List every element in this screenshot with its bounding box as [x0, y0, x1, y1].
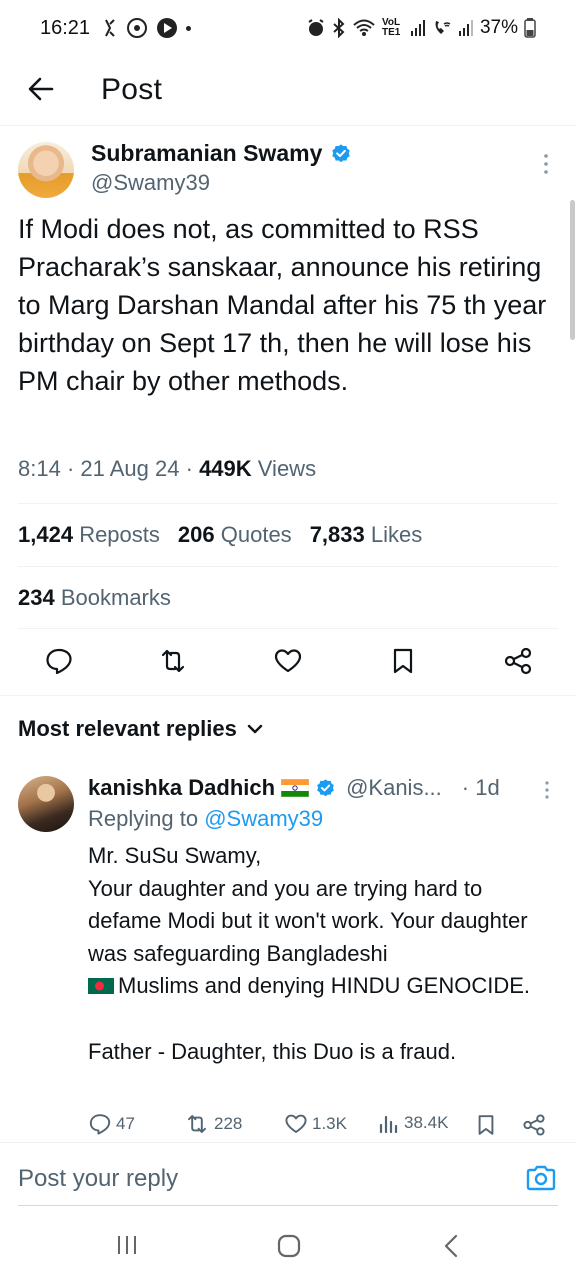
back-nav-icon[interactable] [442, 1234, 460, 1258]
reposts-count: 1,424 [18, 522, 74, 547]
divider [18, 628, 558, 629]
quotes-label: Quotes [220, 522, 292, 547]
reply-repost-button[interactable]: 228 [184, 1112, 242, 1136]
wifi-calling-icon [435, 21, 451, 34]
quotes-count: 206 [177, 522, 215, 547]
reply-age: · 1d [461, 775, 500, 800]
alarm-icon [308, 19, 324, 36]
quotes-stat[interactable]: 206 Quotes [178, 522, 292, 548]
verified-badge-icon [317, 778, 334, 796]
post-date: 21 Aug 24 [80, 456, 180, 481]
reply-comment-button[interactable]: 47 [88, 1112, 135, 1136]
reply-action-bar: 47 228 1.3K 38.4K [88, 1112, 558, 1140]
reply-text-part1: Mr. SuSu Swamy, Your daughter and you ar… [88, 843, 528, 966]
reply-age-value: 1d [475, 775, 500, 800]
likes-label: Likes [370, 522, 423, 547]
signal-icon [410, 20, 425, 36]
reply-text-part2: Muslims and denying HINDU GENOCIDE. Fath… [88, 973, 531, 1064]
post-stats: 1,424 Reposts 206 Quotes 7,833 Likes [18, 522, 422, 548]
replying-to: Replying to @Swamy39 [88, 806, 323, 832]
bookmarks-stat[interactable]: 234 Bookmarks [18, 585, 171, 611]
likes-stat[interactable]: 7,833 Likes [310, 522, 423, 548]
reply-like-count: 1.3K [312, 1114, 347, 1133]
camera-icon[interactable] [526, 1163, 556, 1191]
reposts-label: Reposts [79, 522, 160, 547]
views-label: Views [257, 456, 317, 481]
divider [18, 566, 558, 567]
page-title: Post [101, 73, 163, 106]
signal-2-icon [458, 20, 473, 36]
wifi-icon [353, 19, 375, 36]
reply-text: Mr. SuSu Swamy, Your daughter and you ar… [88, 840, 548, 1068]
back-arrow-icon[interactable] [26, 74, 56, 104]
author-name[interactable]: Subramanian Swamy [91, 140, 322, 167]
reply-avatar[interactable] [18, 776, 74, 832]
media-icon [127, 18, 148, 38]
author-avatar[interactable] [18, 142, 74, 198]
repost-icon[interactable] [158, 646, 188, 676]
reply-author-name[interactable]: kanishka Dadhich [88, 775, 275, 801]
reply-input-underline [18, 1205, 558, 1206]
views-icon [379, 1115, 398, 1134]
replies-sort-dropdown[interactable]: Most relevant replies [18, 716, 263, 742]
verified-badge-icon [332, 143, 351, 162]
share-icon[interactable] [503, 646, 533, 676]
divider [18, 503, 558, 504]
battery-percent: 37% [479, 17, 518, 38]
status-time: 16:21 [40, 16, 91, 39]
more-vertical-icon[interactable] [540, 152, 552, 176]
bookmarks-label: Bookmarks [60, 585, 171, 610]
author-name-row[interactable]: Subramanian Swamy [91, 140, 352, 167]
views-count: 449K [199, 456, 252, 481]
status-right-icons: VoLTE1 37% [306, 17, 536, 39]
bangladesh-flag-icon [88, 978, 114, 995]
reply-repost-count: 228 [214, 1114, 243, 1133]
reply-icon[interactable] [44, 646, 74, 676]
post-action-bar [0, 646, 576, 680]
system-nav-bar [0, 1212, 576, 1280]
app-bar: Post [0, 56, 576, 126]
reply-header[interactable]: kanishka Dadhich @Kanis... · 1d [88, 775, 500, 801]
likes-count: 7,833 [309, 522, 365, 547]
reply-views-count: 38.4K [404, 1113, 449, 1132]
more-notifications-dot [186, 25, 192, 31]
more-vertical-icon[interactable] [542, 780, 552, 800]
reply-input[interactable]: Post your reply [18, 1165, 178, 1193]
like-icon [285, 1114, 307, 1133]
replying-prefix: Replying to [88, 806, 199, 831]
bookmark-icon[interactable] [474, 1112, 498, 1138]
post-time: 8:14 [18, 456, 61, 481]
chevron-down-icon [247, 724, 263, 734]
post-meta: 8:14 · 21 Aug 24 · 449K Views [18, 456, 317, 481]
replying-mention[interactable]: @Swamy39 [204, 806, 323, 831]
bookmarks-count: 234 [18, 585, 55, 610]
recents-icon[interactable] [116, 1234, 138, 1256]
share-icon[interactable] [522, 1112, 546, 1138]
play-icon [157, 18, 178, 38]
bluetooth-icon [333, 18, 345, 38]
network-label: VoLTE1 [381, 17, 401, 38]
reply-views-button[interactable]: 38.4K [378, 1112, 448, 1134]
divider [0, 695, 576, 696]
reposts-stat[interactable]: 1,424 Reposts [18, 522, 160, 548]
reply-composer: Post your reply [0, 1142, 576, 1206]
reply-comment-count: 47 [116, 1114, 135, 1133]
battery-icon [524, 18, 536, 38]
reply-icon [89, 1114, 111, 1135]
india-flag-icon [281, 779, 310, 797]
status-bar: 16:21 VoLTE1 37% [0, 0, 576, 56]
like-icon[interactable] [273, 646, 303, 676]
scrollbar[interactable] [570, 200, 575, 340]
post-text: If Modi does not, as committed to RSS Pr… [18, 214, 547, 396]
notification-icon [105, 19, 115, 37]
author-handle[interactable]: @Swamy39 [91, 170, 210, 196]
home-icon[interactable] [277, 1234, 301, 1258]
bookmark-icon[interactable] [388, 646, 418, 676]
status-left-icons [102, 17, 192, 39]
reply-author-handle[interactable]: @Kanis... [346, 775, 442, 801]
reply-like-button[interactable]: 1.3K [284, 1112, 347, 1136]
repost-icon [188, 1115, 206, 1133]
replies-sort-label: Most relevant replies [18, 716, 237, 741]
